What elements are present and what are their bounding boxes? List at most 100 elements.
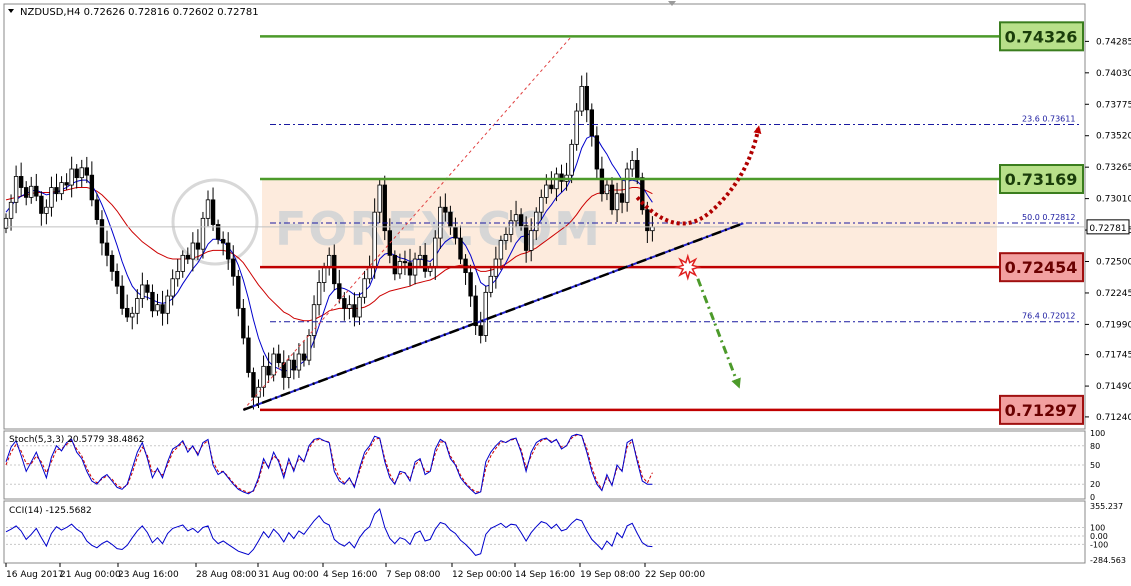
candle-body xyxy=(54,187,59,195)
candle-body xyxy=(59,182,64,195)
candle-body xyxy=(422,254,428,272)
candle-body xyxy=(377,184,382,213)
candle-body xyxy=(321,267,327,283)
candle-body xyxy=(574,110,579,145)
cci-label: CCI(14) -125.5682 xyxy=(9,506,92,516)
candle-body xyxy=(316,282,322,306)
support-mid-label[interactable]: 0.72454 xyxy=(999,252,1084,283)
candle-body xyxy=(130,312,135,318)
price-tick-label: 0.71240 xyxy=(1096,413,1131,423)
candle-body xyxy=(39,195,44,214)
level-label-text: 0.72454 xyxy=(1005,258,1078,277)
candle-body xyxy=(210,199,216,225)
candle-body xyxy=(246,337,251,373)
candle-body xyxy=(326,254,332,269)
candle-body xyxy=(513,214,519,222)
candle-body xyxy=(584,85,589,111)
candle-body xyxy=(281,362,286,378)
candle-body xyxy=(342,298,347,309)
candle-body xyxy=(392,254,398,275)
time-tick-label: 7 Sep 08:00 xyxy=(386,570,441,580)
candle-body xyxy=(402,261,408,264)
candle-body xyxy=(619,193,625,203)
candle-body xyxy=(407,262,413,276)
candle-body xyxy=(180,254,185,272)
time-tick-label: 28 Aug 08:00 xyxy=(196,570,257,580)
resistance-mid-label[interactable]: 0.73169 xyxy=(999,164,1084,195)
price-chart[interactable]: FOREX.COM 23.6 0.7361150.0 0.7281276.4 0… xyxy=(0,0,1131,586)
time-tick-label: 4 Sep 16:00 xyxy=(323,570,378,580)
candle-body xyxy=(140,284,145,299)
level-label-text: 0.74326 xyxy=(1005,27,1078,46)
candle-body xyxy=(488,275,493,293)
candle-body xyxy=(200,217,206,250)
stoch-level-label: 20 xyxy=(1090,480,1100,489)
candle-body xyxy=(463,258,468,274)
candle-body xyxy=(382,184,387,232)
candle xyxy=(483,285,488,342)
candle-body xyxy=(18,176,24,188)
current-price-tag: 0.72781 xyxy=(1086,219,1130,235)
candle-body xyxy=(458,237,463,260)
candle-body xyxy=(549,184,554,190)
candle-body xyxy=(119,285,125,309)
price-tick-label: 0.72245 xyxy=(1096,289,1131,299)
time-tick-label: 31 Aug 00:00 xyxy=(258,570,319,580)
time-tick-label: 19 Sep 08:00 xyxy=(580,570,640,580)
candle-body xyxy=(94,199,100,220)
candle-body xyxy=(89,174,95,201)
candle-body xyxy=(301,353,307,361)
candle-body xyxy=(554,173,559,190)
candle-body xyxy=(74,168,79,179)
price-tick-label: 0.73010 xyxy=(1096,195,1131,205)
candle-body xyxy=(256,386,261,398)
stoch-level-label: 80 xyxy=(1090,442,1100,451)
candle-body xyxy=(231,258,236,277)
candle-body xyxy=(165,295,170,314)
price-tick-label: 0.71745 xyxy=(1096,351,1131,361)
candle-body xyxy=(109,254,115,272)
candle-body xyxy=(104,242,110,256)
candle-body xyxy=(286,359,291,378)
candle-body xyxy=(69,168,74,186)
cci-level-label: -100 xyxy=(1090,540,1108,549)
candle-body xyxy=(624,168,630,203)
candle-body xyxy=(503,233,509,241)
candle-body xyxy=(306,335,312,361)
candle-body xyxy=(569,143,574,176)
time-tick-label: 23 Aug 16:00 xyxy=(118,570,179,580)
price-tick-label: 0.71490 xyxy=(1096,382,1131,392)
level-label-text: 0.71297 xyxy=(1005,401,1078,420)
candle-body xyxy=(155,304,160,312)
stoch-level-label: 50 xyxy=(1090,461,1100,470)
candle-body xyxy=(160,304,165,314)
support-low-label[interactable]: 0.71297 xyxy=(999,394,1084,425)
symbol-header: NZDUSD,H4 0.72626 0.72816 0.72602 0.7278… xyxy=(20,7,259,18)
candle-body xyxy=(614,193,620,211)
candle-body xyxy=(523,225,529,251)
level-label-text: 0.73169 xyxy=(1005,170,1078,189)
candle-body xyxy=(483,291,488,336)
candle-body xyxy=(498,240,504,260)
candle-body xyxy=(599,168,605,195)
candle-body xyxy=(589,109,594,137)
candle-body xyxy=(291,359,297,371)
candle-body xyxy=(630,159,635,170)
candle-body xyxy=(125,307,130,318)
candle xyxy=(382,175,387,241)
candle-body xyxy=(604,184,610,195)
candle-body xyxy=(220,238,226,244)
price-tick-label: 0.71990 xyxy=(1096,320,1131,330)
candle-body xyxy=(443,206,448,213)
candle-body xyxy=(352,304,357,318)
candle-body xyxy=(539,196,544,213)
candle-body xyxy=(49,187,54,208)
candle-body xyxy=(417,254,423,260)
resistance-top-label[interactable]: 0.74326 xyxy=(999,21,1084,52)
candle-body xyxy=(544,184,549,198)
candle-body xyxy=(468,272,473,297)
time-tick-label: 16 Aug 2017 xyxy=(6,570,64,580)
candle-body xyxy=(311,304,317,336)
candle-body xyxy=(650,226,655,232)
candle-body xyxy=(135,298,140,314)
